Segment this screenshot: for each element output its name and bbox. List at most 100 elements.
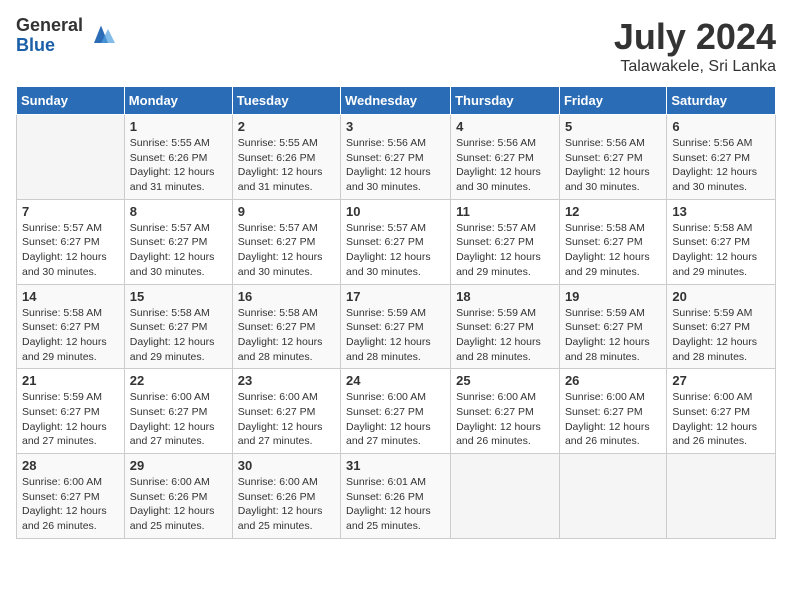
calendar-cell: 29 Sunrise: 6:00 AM Sunset: 6:26 PM Dayli… — [124, 454, 232, 539]
main-title: July 2024 — [614, 16, 776, 58]
day-number: 16 — [238, 289, 335, 304]
day-number: 28 — [22, 458, 119, 473]
day-number: 6 — [672, 119, 770, 134]
day-number: 25 — [456, 373, 554, 388]
day-info: Sunrise: 6:00 AM Sunset: 6:27 PM Dayligh… — [346, 390, 445, 449]
column-header-tuesday: Tuesday — [232, 87, 340, 115]
column-header-wednesday: Wednesday — [341, 87, 451, 115]
day-number: 13 — [672, 204, 770, 219]
day-number: 8 — [130, 204, 227, 219]
calendar-week-row: 28 Sunrise: 6:00 AM Sunset: 6:27 PM Dayli… — [17, 454, 776, 539]
calendar-cell: 27Sunrise: 6:00 AM Sunset: 6:27 PM Dayli… — [667, 369, 776, 454]
day-info: Sunrise: 6:00 AM Sunset: 6:27 PM Dayligh… — [456, 390, 554, 449]
calendar-week-row: 14 Sunrise: 5:58 AM Sunset: 6:27 PM Dayli… — [17, 284, 776, 369]
day-number: 19 — [565, 289, 661, 304]
day-info: Sunrise: 5:58 AM Sunset: 6:27 PM Dayligh… — [22, 306, 119, 365]
calendar-cell: 6 Sunrise: 5:56 AM Sunset: 6:27 PM Daylig… — [667, 115, 776, 200]
day-info: Sunrise: 5:59 AM Sunset: 6:27 PM Dayligh… — [346, 306, 445, 365]
day-info: Sunrise: 5:59 AM Sunset: 6:27 PM Dayligh… — [22, 390, 119, 449]
column-header-thursday: Thursday — [451, 87, 560, 115]
day-number: 14 — [22, 289, 119, 304]
calendar-cell: 28 Sunrise: 6:00 AM Sunset: 6:27 PM Dayli… — [17, 454, 125, 539]
day-number: 1 — [130, 119, 227, 134]
day-info: Sunrise: 6:00 AM Sunset: 6:27 PM Dayligh… — [130, 390, 227, 449]
calendar-cell — [451, 454, 560, 539]
calendar-cell: 2 Sunrise: 5:55 AM Sunset: 6:26 PM Daylig… — [232, 115, 340, 200]
day-number: 22 — [130, 373, 227, 388]
day-info: Sunrise: 5:57 AM Sunset: 6:27 PM Dayligh… — [346, 221, 445, 280]
calendar-cell: 19 Sunrise: 5:59 AM Sunset: 6:27 PM Dayli… — [559, 284, 666, 369]
day-number: 26 — [565, 373, 661, 388]
day-number: 5 — [565, 119, 661, 134]
day-number: 11 — [456, 204, 554, 219]
calendar-table: SundayMondayTuesdayWednesdayThursdayFrid… — [16, 86, 776, 539]
column-header-saturday: Saturday — [667, 87, 776, 115]
day-info: Sunrise: 5:57 AM Sunset: 6:27 PM Dayligh… — [22, 221, 119, 280]
page-header: General Blue July 2024 Talawakele, Sri L… — [16, 16, 776, 76]
day-number: 18 — [456, 289, 554, 304]
logo-text: General Blue — [16, 16, 83, 56]
calendar-cell: 11 Sunrise: 5:57 AM Sunset: 6:27 PM Dayli… — [451, 199, 560, 284]
calendar-cell: 25 Sunrise: 6:00 AM Sunset: 6:27 PM Dayli… — [451, 369, 560, 454]
day-number: 21 — [22, 373, 119, 388]
day-number: 31 — [346, 458, 445, 473]
calendar-cell: 10 Sunrise: 5:57 AM Sunset: 6:27 PM Dayli… — [341, 199, 451, 284]
day-info: Sunrise: 6:00 AM Sunset: 6:26 PM Dayligh… — [130, 475, 227, 534]
day-number: 2 — [238, 119, 335, 134]
calendar-cell: 14 Sunrise: 5:58 AM Sunset: 6:27 PM Dayli… — [17, 284, 125, 369]
day-number: 24 — [346, 373, 445, 388]
day-info: Sunrise: 5:58 AM Sunset: 6:27 PM Dayligh… — [672, 221, 770, 280]
calendar-week-row: 7Sunrise: 5:57 AM Sunset: 6:27 PM Daylig… — [17, 199, 776, 284]
calendar-cell: 18Sunrise: 5:59 AM Sunset: 6:27 PM Dayli… — [451, 284, 560, 369]
calendar-cell: 1Sunrise: 5:55 AM Sunset: 6:26 PM Daylig… — [124, 115, 232, 200]
day-number: 29 — [130, 458, 227, 473]
calendar-cell: 5 Sunrise: 5:56 AM Sunset: 6:27 PM Daylig… — [559, 115, 666, 200]
title-block: July 2024 Talawakele, Sri Lanka — [614, 16, 776, 76]
calendar-cell: 22 Sunrise: 6:00 AM Sunset: 6:27 PM Dayli… — [124, 369, 232, 454]
day-info: Sunrise: 5:58 AM Sunset: 6:27 PM Dayligh… — [565, 221, 661, 280]
column-header-sunday: Sunday — [17, 87, 125, 115]
calendar-cell: 31 Sunrise: 6:01 AM Sunset: 6:26 PM Dayli… — [341, 454, 451, 539]
subtitle: Talawakele, Sri Lanka — [614, 58, 776, 76]
calendar-cell — [17, 115, 125, 200]
day-number: 3 — [346, 119, 445, 134]
day-info: Sunrise: 5:58 AM Sunset: 6:27 PM Dayligh… — [130, 306, 227, 365]
calendar-header-row: SundayMondayTuesdayWednesdayThursdayFrid… — [17, 87, 776, 115]
day-info: Sunrise: 6:00 AM Sunset: 6:27 PM Dayligh… — [565, 390, 661, 449]
day-info: Sunrise: 5:55 AM Sunset: 6:26 PM Dayligh… — [238, 136, 335, 195]
day-info: Sunrise: 5:56 AM Sunset: 6:27 PM Dayligh… — [565, 136, 661, 195]
day-info: Sunrise: 6:00 AM Sunset: 6:26 PM Dayligh… — [238, 475, 335, 534]
logo-icon — [87, 22, 115, 50]
calendar-cell: 15 Sunrise: 5:58 AM Sunset: 6:27 PM Dayli… — [124, 284, 232, 369]
day-info: Sunrise: 6:00 AM Sunset: 6:27 PM Dayligh… — [22, 475, 119, 534]
day-number: 23 — [238, 373, 335, 388]
day-info: Sunrise: 5:57 AM Sunset: 6:27 PM Dayligh… — [238, 221, 335, 280]
day-info: Sunrise: 5:58 AM Sunset: 6:27 PM Dayligh… — [238, 306, 335, 365]
calendar-cell: 20Sunrise: 5:59 AM Sunset: 6:27 PM Dayli… — [667, 284, 776, 369]
day-number: 9 — [238, 204, 335, 219]
day-number: 20 — [672, 289, 770, 304]
logo-blue: Blue — [16, 36, 83, 56]
logo-general: General — [16, 16, 83, 36]
calendar-cell: 17 Sunrise: 5:59 AM Sunset: 6:27 PM Dayli… — [341, 284, 451, 369]
calendar-cell: 12 Sunrise: 5:58 AM Sunset: 6:27 PM Dayli… — [559, 199, 666, 284]
column-header-monday: Monday — [124, 87, 232, 115]
day-number: 10 — [346, 204, 445, 219]
day-info: Sunrise: 5:56 AM Sunset: 6:27 PM Dayligh… — [456, 136, 554, 195]
day-number: 17 — [346, 289, 445, 304]
calendar-cell: 16 Sunrise: 5:58 AM Sunset: 6:27 PM Dayli… — [232, 284, 340, 369]
day-number: 30 — [238, 458, 335, 473]
day-number: 15 — [130, 289, 227, 304]
calendar-cell: 23Sunrise: 6:00 AM Sunset: 6:27 PM Dayli… — [232, 369, 340, 454]
calendar-cell: 4Sunrise: 5:56 AM Sunset: 6:27 PM Daylig… — [451, 115, 560, 200]
day-info: Sunrise: 6:00 AM Sunset: 6:27 PM Dayligh… — [672, 390, 770, 449]
day-info: Sunrise: 6:01 AM Sunset: 6:26 PM Dayligh… — [346, 475, 445, 534]
calendar-cell — [559, 454, 666, 539]
day-info: Sunrise: 5:56 AM Sunset: 6:27 PM Dayligh… — [672, 136, 770, 195]
calendar-cell: 21 Sunrise: 5:59 AM Sunset: 6:27 PM Dayli… — [17, 369, 125, 454]
day-info: Sunrise: 5:57 AM Sunset: 6:27 PM Dayligh… — [130, 221, 227, 280]
day-info: Sunrise: 5:57 AM Sunset: 6:27 PM Dayligh… — [456, 221, 554, 280]
day-info: Sunrise: 5:59 AM Sunset: 6:27 PM Dayligh… — [565, 306, 661, 365]
calendar-cell: 9 Sunrise: 5:57 AM Sunset: 6:27 PM Daylig… — [232, 199, 340, 284]
day-number: 12 — [565, 204, 661, 219]
